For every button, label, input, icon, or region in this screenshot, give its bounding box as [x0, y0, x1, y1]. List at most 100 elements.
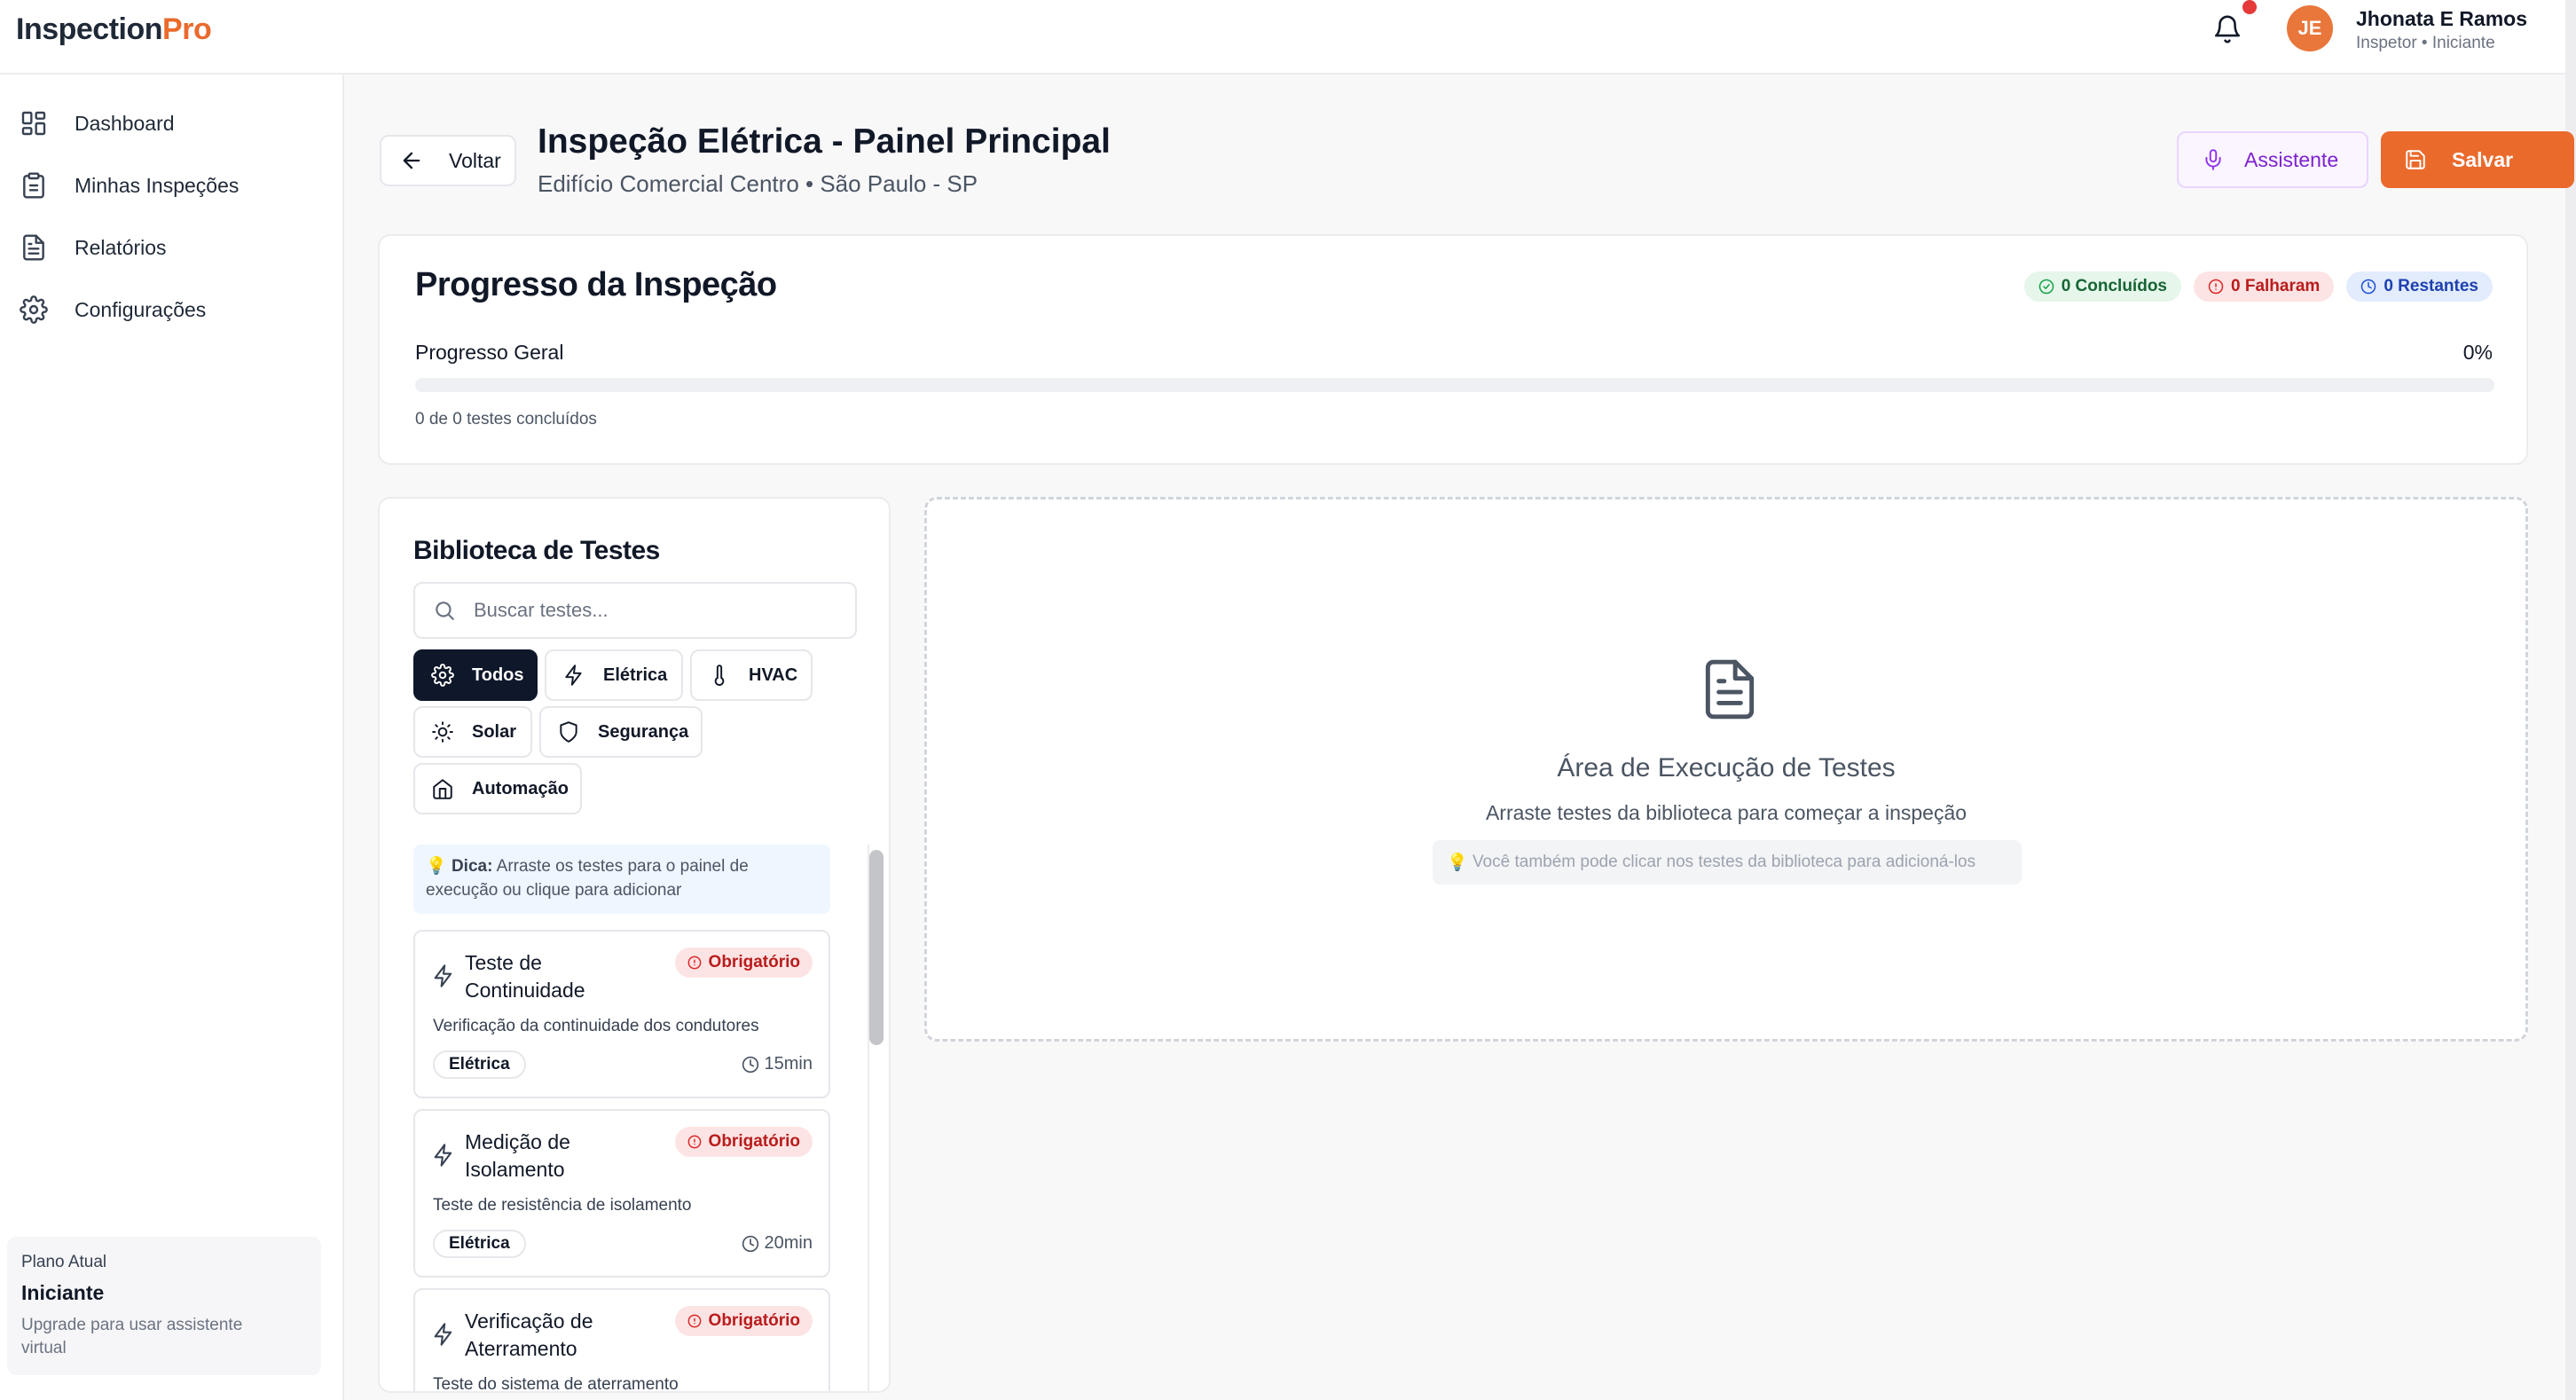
test-duration: 15min [742, 1054, 813, 1074]
app-logo[interactable]: InspectionPro [16, 12, 212, 47]
overall-progress-percent: 0% [2462, 341, 2493, 364]
test-description: Teste de resistência de isolamento [433, 1196, 692, 1215]
bell-icon[interactable] [2212, 14, 2242, 44]
alert-circle-icon [687, 1135, 701, 1149]
filter-hvac[interactable]: HVAC [690, 649, 813, 701]
tip-box: 💡 Dica: Arraste os testes para o painel … [413, 845, 830, 914]
sidebar-item-label: Relatórios [75, 235, 167, 259]
filter-label: Solar [472, 721, 517, 742]
save-button[interactable]: Salvar [2381, 131, 2574, 188]
sun-icon [432, 721, 453, 743]
required-badge: Obrigatório [674, 1127, 813, 1157]
test-duration-text: 15min [764, 1054, 813, 1074]
progress-badges: 0 Concluídos 0 Falharam 0 Restantes [2023, 271, 2493, 302]
test-duration-text: 20min [764, 1233, 813, 1253]
logo-accent-text: Pro [162, 12, 212, 46]
remaining-badge: 0 Restantes [2346, 271, 2493, 302]
sidebar-item-reports[interactable]: Relatórios [20, 225, 321, 270]
check-circle-icon [2038, 279, 2054, 295]
test-execution-dropzone[interactable]: Área de Execução de Testes Arraste teste… [924, 497, 2528, 1042]
logo-primary-text: Inspection [16, 12, 163, 46]
library-title: Biblioteca de Testes [413, 536, 660, 565]
thermometer-icon [714, 665, 725, 687]
required-badge: Obrigatório [674, 948, 813, 978]
test-description: Teste do sistema de aterramento [433, 1375, 679, 1393]
dashboard-icon [21, 111, 46, 136]
clock-icon [2361, 279, 2376, 295]
progress-card: Progresso da Inspeção 0 Concluídos 0 Fal… [378, 234, 2528, 465]
filter-label: Segurança [598, 721, 689, 742]
filter-label: Elétrica [603, 665, 668, 685]
filter-todos[interactable]: Todos [413, 649, 538, 701]
clock-icon [742, 1235, 758, 1252]
document-icon [1705, 659, 1755, 720]
gear-icon [20, 295, 48, 324]
test-name: Teste de Continuidade [465, 951, 585, 1003]
remaining-badge-text: 0 Restantes [2384, 277, 2478, 295]
test-category-tag: Elétrica [433, 1230, 526, 1258]
page-scrollbar[interactable] [2565, 0, 2576, 1400]
filter-label: Automação [472, 778, 569, 798]
search-input[interactable] [474, 599, 846, 622]
filter-eletrica[interactable]: Elétrica [545, 649, 683, 701]
test-library-panel: Biblioteca de Testes Todos Elétrica HVAC… [378, 497, 891, 1393]
microphone-icon [2205, 149, 2221, 170]
user-role: Inspetor • Iniciante [2356, 34, 2495, 52]
save-icon [2406, 150, 2425, 169]
back-button[interactable]: Voltar [380, 135, 516, 186]
filter-label: Todos [472, 665, 524, 685]
lightbulb-icon: 💡 [1447, 853, 1473, 872]
gear-icon [431, 664, 454, 687]
clock-icon [742, 1056, 758, 1073]
execution-hint-text: Você também pode clicar nos testes da bi… [1472, 853, 1976, 871]
lightning-icon [434, 1323, 452, 1346]
notification-dot [2242, 0, 2257, 14]
plan-upgrade-text[interactable]: Upgrade para usar assistente virtual [21, 1314, 287, 1359]
plan-label: Plano Atual [21, 1253, 107, 1271]
test-name: Verificação de Aterramento [465, 1310, 593, 1361]
clipboard-icon [23, 172, 44, 199]
test-category-tag: Elétrica [433, 1050, 526, 1079]
test-description: Verificação da continuidade dos condutor… [433, 1017, 759, 1035]
execution-subtitle: Arraste testes da biblioteca para começa… [1485, 801, 1967, 824]
assistant-button-label: Assistente [2244, 147, 2339, 171]
completed-badge: 0 Concluídos [2023, 271, 2181, 302]
sidebar-item-inspections[interactable]: Minhas Inspeções [20, 163, 321, 208]
search-box[interactable] [413, 582, 857, 639]
plan-name: Iniciante [21, 1281, 105, 1304]
test-card[interactable]: Teste de Continuidade Obrigatório Verifi… [413, 930, 830, 1098]
library-scrollbar[interactable] [869, 850, 884, 1045]
home-icon [433, 779, 452, 799]
plan-card: Plano Atual Iniciante Upgrade para usar … [7, 1237, 321, 1375]
required-badge-text: Obrigatório [708, 1311, 800, 1330]
filter-seguranca[interactable]: Segurança [539, 706, 703, 758]
lightning-icon [434, 964, 452, 987]
sidebar-item-label: Configurações [75, 297, 207, 321]
lightning-icon [565, 665, 582, 686]
filter-automacao[interactable]: Automação [413, 763, 582, 814]
test-duration: 20min [742, 1233, 813, 1254]
required-badge: Obrigatório [674, 1306, 813, 1336]
sidebar-item-dashboard[interactable]: Dashboard [20, 101, 321, 146]
progress-bar [415, 378, 2494, 392]
progress-note: 0 de 0 testes concluídos [415, 410, 597, 429]
assistant-button[interactable]: Assistente [2177, 131, 2368, 188]
test-card[interactable]: Medição de Isolamento Obrigatório Teste … [413, 1109, 830, 1278]
overall-progress-label: Progresso Geral [415, 341, 564, 364]
avatar[interactable]: JE [2287, 5, 2333, 51]
sidebar-item-settings[interactable]: Configurações [20, 287, 321, 332]
lightning-icon [434, 1144, 452, 1167]
filter-solar[interactable]: Solar [413, 706, 532, 758]
alert-circle-icon [687, 956, 701, 970]
progress-title: Progresso da Inspeção [415, 266, 777, 303]
back-button-label: Voltar [449, 148, 501, 172]
document-icon [23, 234, 44, 261]
tip-bold: Dica: [451, 857, 493, 876]
page-title: Inspeção Elétrica - Painel Principal [538, 122, 1111, 161]
test-card[interactable]: Verificação de Aterramento Obrigatório T… [413, 1288, 830, 1393]
page-subtitle: Edifício Comercial Centro • São Paulo - … [538, 170, 978, 197]
alert-circle-icon [2208, 279, 2224, 295]
lightbulb-icon: 💡 [426, 857, 447, 876]
execution-hint: 💡 Você também pode clicar nos testes da … [1433, 840, 2022, 885]
required-badge-text: Obrigatório [708, 1132, 800, 1151]
